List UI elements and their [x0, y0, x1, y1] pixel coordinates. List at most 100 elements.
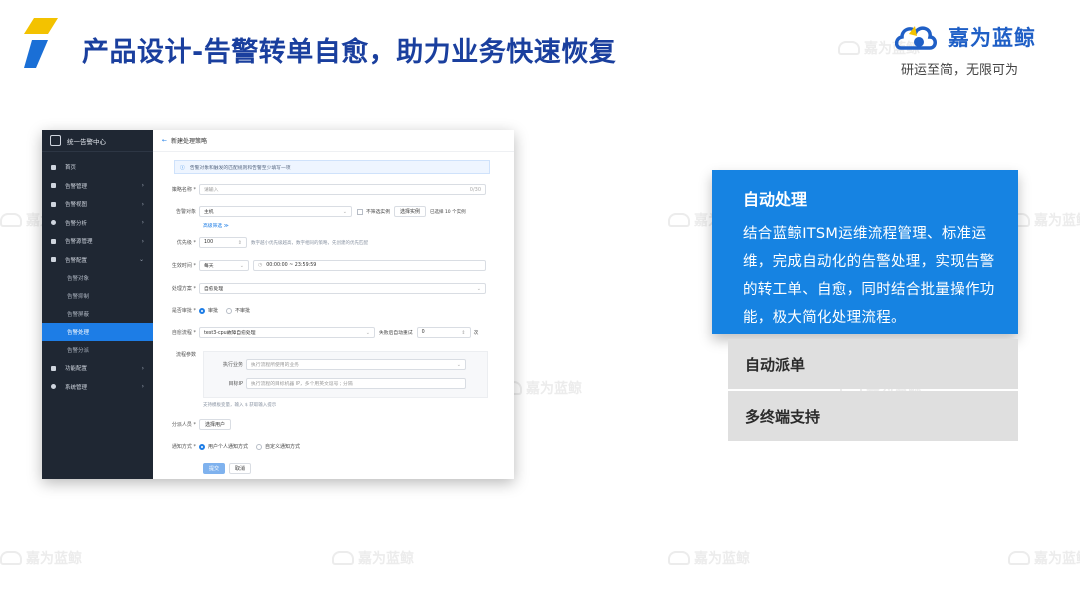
stepper-icon: ⇕: [237, 239, 242, 246]
feature-icon: [51, 365, 56, 371]
chevron-down-icon: ⌄: [138, 256, 144, 264]
watermark: 嘉为蓝鲸: [668, 548, 750, 568]
params-hint-row: 支持模板变量，输入 $ 获取输入提示: [203, 402, 276, 408]
retry-input[interactable]: 0 ⇕: [416, 327, 471, 338]
watermark: 嘉为蓝鲸: [1008, 548, 1080, 568]
submit-button[interactable]: 提交: [203, 463, 226, 474]
flow-label: 自愈流程 *: [171, 330, 196, 336]
feature-card-multiterminal[interactable]: 多终端支持: [728, 391, 1018, 441]
page-title: 新建处理策略: [171, 138, 208, 145]
chevron-right-icon: ›: [141, 383, 144, 391]
filter-instance-checkbox[interactable]: [357, 208, 363, 215]
slide-title: 产品设计-告警转单自愈，助力业务快速恢复: [82, 37, 617, 68]
sidebar-item-alarm-analysis[interactable]: 告警分析 ›: [42, 214, 153, 233]
cloud-icon: [0, 551, 22, 565]
notify-custom-radio[interactable]: 自定义通知方式: [256, 443, 300, 450]
cloud-icon: [1008, 551, 1030, 565]
feature-card-dispatch[interactable]: 自动派单: [728, 339, 1018, 389]
advanced-filter-link[interactable]: 高级筛选 ≫: [203, 222, 229, 229]
sidebar-item-alarm-view[interactable]: 告警视图 ›: [42, 195, 153, 214]
sidebar-item-system-manage[interactable]: 系统管理 ›: [42, 378, 153, 397]
retry-label: 失败后自动重试: [379, 331, 413, 336]
form-row-object: 告警对象 主机 ⌄ 不筛选实例 选择实例 已选择 10 个实例: [161, 206, 466, 217]
filter-instance-label: 不筛选实例: [366, 210, 390, 215]
time-label: 生效时间 *: [171, 263, 196, 269]
form-row-priority: 优先级 * 100 ⇕ 数字越小优先级越高，数字相同的策略，先创建的优先匹配: [161, 237, 368, 248]
form-row-flow: 自愈流程 * test3-cpu故障自愈处理 ⌄ 失败后自动重试 0 ⇕ 次: [161, 327, 478, 338]
chevron-right-icon: ›: [141, 364, 144, 372]
watermark: 嘉为蓝鲸: [1008, 210, 1080, 230]
notify-personal-radio[interactable]: 用户个人通知方式: [199, 443, 248, 450]
cloud-icon: [332, 551, 354, 565]
sidebar-subitem-dispatch[interactable]: 告警分派: [42, 341, 153, 359]
feature-card-title: 自动处理: [743, 190, 808, 209]
sidebar-subitem-object[interactable]: 告警对象: [42, 269, 153, 287]
chevron-down-icon: ⌄: [342, 208, 347, 215]
sidebar-item-alarm-config[interactable]: 告警配置 ⌄: [42, 251, 153, 270]
time-period-select[interactable]: 每天 ⌄: [199, 260, 249, 271]
form-row-plan: 处理方案 * 自愈处理 ⌄: [161, 283, 486, 294]
object-label: 告警对象: [175, 209, 196, 215]
chevron-right-icon: ›: [141, 182, 144, 190]
priority-input[interactable]: 100 ⇕: [199, 237, 247, 248]
info-icon: ⓘ: [180, 165, 185, 171]
chevron-down-icon: ⌄: [456, 361, 461, 368]
param-target-row: 目标IP 执行流程的目标机器 IP，多个用英文逗号 ; 分隔: [204, 378, 466, 389]
chevron-right-icon: ›: [141, 237, 144, 245]
gear-icon: [51, 384, 56, 390]
exec-select[interactable]: 执行流程所使用的业务 ⌄: [246, 359, 466, 370]
chevron-down-icon: ⌄: [239, 262, 244, 269]
feature-card-body: 结合蓝鲸ITSM运维流程管理、标准运维，完成自动化的告警处理，实现告警的转工单、…: [743, 226, 995, 326]
sidebar-subitem-shield[interactable]: 告警屏蔽: [42, 305, 153, 323]
form-row-assign: 分派人员 * 选择用户: [161, 419, 232, 430]
flow-select[interactable]: test3-cpu故障自愈处理 ⌄: [199, 327, 375, 338]
stepper-icon: ⇕: [461, 329, 466, 336]
back-arrow-icon[interactable]: ←: [162, 137, 167, 144]
view-icon: [51, 201, 56, 207]
audit-no-radio[interactable]: 不审批: [226, 307, 250, 314]
target-label: 目标IP: [228, 381, 244, 387]
home-icon: [51, 164, 56, 170]
pie-chart-icon: [51, 220, 56, 226]
select-user-button[interactable]: 选择用户: [199, 419, 232, 430]
cloud-icon: [838, 41, 860, 55]
brand-slogan: 研运至简，无限可为: [901, 63, 1019, 78]
sidebar-header: 统一告警中心: [42, 130, 153, 152]
audit-yes-radio[interactable]: 审批: [199, 307, 218, 314]
name-label: 策略名称 *: [171, 187, 196, 193]
info-tip: ⓘ 告警对象和触发的匹配规则和告警至少填写一项: [174, 160, 490, 174]
title-accent-icon: [24, 18, 58, 68]
sidebar-subitem-suppress[interactable]: 告警抑制: [42, 287, 153, 305]
feature-card-active[interactable]: 自动处理 结合蓝鲸ITSM运维流程管理、标准运维，完成自动化的告警处理，实现告警…: [712, 170, 1018, 334]
retry-unit: 次: [473, 331, 479, 336]
params-label: 流程参数: [175, 352, 196, 358]
sidebar-item-home[interactable]: 首页: [42, 158, 153, 177]
object-select[interactable]: 主机 ⌄: [199, 206, 352, 217]
priority-label: 优先级 *: [176, 240, 196, 246]
plan-select[interactable]: 自愈处理 ⌄: [199, 283, 486, 294]
sidebar-item-alarm-manage[interactable]: 告警管理 ›: [42, 177, 153, 196]
brand-name: 嘉为蓝鲸: [948, 26, 1036, 50]
sidebar-item-feature-config[interactable]: 功能配置 ›: [42, 359, 153, 378]
selected-count: 已选择 10 个实例: [430, 209, 466, 215]
target-input[interactable]: 执行流程的目标机器 IP，多个用英文逗号 ; 分隔: [246, 378, 466, 389]
config-icon: [51, 257, 56, 263]
sidebar-subitem-handle[interactable]: 告警处理: [42, 323, 153, 341]
form-row-audit: 是否审批 * 审批 不审批: [161, 307, 258, 314]
source-icon: [51, 238, 56, 244]
alarm-icon: [51, 183, 56, 189]
assign-label: 分派人员 *: [171, 422, 196, 428]
main-content: ← 新建处理策略 ⓘ 告警对象和触发的匹配规则和告警至少填写一项 策略名称 * …: [153, 130, 514, 479]
audit-label: 是否审批 *: [171, 308, 196, 314]
form-row-time: 生效时间 * 每天 ⌄ ◷ 00:00:00 ~ 23:59:59: [161, 260, 486, 271]
chevron-right-icon: ›: [141, 200, 144, 208]
cancel-button[interactable]: 取消: [229, 463, 252, 474]
priority-hint: 数字越小优先级越高，数字相同的策略，先创建的优先匹配: [251, 240, 368, 246]
time-range-input[interactable]: ◷ 00:00:00 ~ 23:59:59: [253, 260, 486, 271]
name-input[interactable]: 请输入 0/30: [199, 184, 486, 195]
notify-label: 通知方式 *: [171, 444, 196, 450]
select-instance-button[interactable]: 选择实例: [394, 206, 427, 217]
product-screenshot: 统一告警中心 首页 告警管理 › 告警视图 › 告警分析 › 告警源管理 › 告警配置 ⌄…: [42, 130, 514, 479]
sidebar-item-alarm-source[interactable]: 告警源管理 ›: [42, 232, 153, 251]
form-row-notify: 通知方式 * 用户个人通知方式 自定义通知方式: [161, 443, 308, 450]
